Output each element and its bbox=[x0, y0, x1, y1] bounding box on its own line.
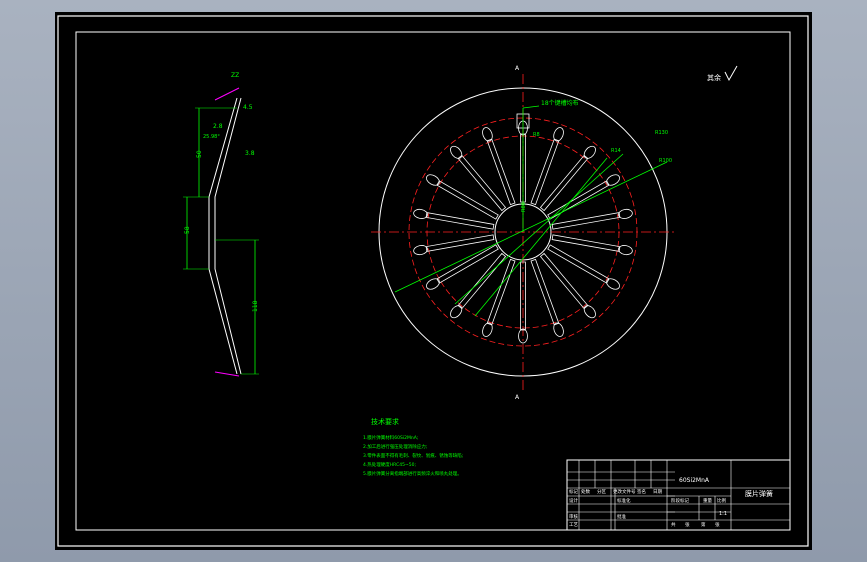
tb-col-date: 日期 bbox=[653, 489, 662, 495]
cad-drawing: 4.5 2.8 25.98° 3.8 50 58 118 ZZ A A 18个键… bbox=[57, 15, 809, 547]
tb-label-scale: 比例 bbox=[717, 497, 726, 504]
tb-label-review: 审核 bbox=[569, 513, 578, 520]
dim-label-50: 50 bbox=[196, 150, 203, 158]
tb-col-sign: 签名 bbox=[637, 488, 646, 495]
slot-end-hole bbox=[413, 208, 428, 219]
finger-slot bbox=[425, 212, 495, 230]
tb-label-process: 工艺 bbox=[569, 522, 578, 528]
dim-label-2-8: 2.8 bbox=[213, 123, 223, 130]
tb-label-mark: 标记 bbox=[569, 488, 578, 495]
label-r8: R8 bbox=[533, 132, 540, 138]
roughness-symbol bbox=[724, 65, 738, 82]
section-mark-top: A bbox=[515, 65, 520, 72]
finger-slot bbox=[547, 244, 610, 284]
finger-slot bbox=[551, 234, 621, 252]
slot-end-hole bbox=[618, 245, 633, 256]
drawing-sheet: 4.5 2.8 25.98° 3.8 50 58 118 ZZ A A 18个键… bbox=[55, 12, 812, 550]
finger-slot bbox=[486, 258, 516, 326]
finger-slot bbox=[457, 252, 507, 310]
leader-line-3 bbox=[474, 157, 608, 317]
note-line-1: 1.膜片弹簧材料60Si2MnA; bbox=[363, 434, 418, 441]
tb-label-weight: 重量 bbox=[703, 497, 712, 504]
tb-label-sheet: 张 bbox=[715, 521, 720, 528]
slot-callout-leader bbox=[522, 105, 540, 109]
front-view: A A 18个键槽均布 R8 R14 R100 R130 R80 bbox=[371, 65, 675, 401]
scale-value: 1:1 bbox=[719, 511, 727, 517]
dim-label-3-8: 3.8 bbox=[245, 150, 255, 157]
slot-end-hole bbox=[450, 145, 463, 159]
tb-label-sheet-no: 第 bbox=[701, 521, 706, 528]
tb-label-standard: 标准化 bbox=[617, 497, 631, 504]
section-mark-bottom: A bbox=[515, 394, 520, 401]
outer-frame bbox=[57, 15, 809, 547]
label-r100: R100 bbox=[659, 158, 672, 164]
side-view: 4.5 2.8 25.98° 3.8 50 58 118 ZZ bbox=[183, 72, 259, 377]
slot-end-hole bbox=[413, 245, 428, 256]
title-block: 60Si2MnA 膜片弹簧 1:1 标记 设计 审核 工艺 处数 分区 更改文件… bbox=[566, 459, 791, 531]
dim-label-zz: ZZ bbox=[231, 72, 239, 79]
roughness-label: 其余 bbox=[707, 73, 721, 82]
slot-end-hole bbox=[426, 174, 440, 186]
finger-slot bbox=[436, 244, 499, 284]
material-text: 60Si2MnA bbox=[679, 477, 710, 484]
dim-label-4-5: 4.5 bbox=[243, 104, 253, 111]
drawing-title: 膜片弹簧 bbox=[745, 489, 773, 498]
tb-col-count: 处数 bbox=[581, 488, 590, 495]
dim-label-118: 118 bbox=[252, 300, 259, 312]
note-line-3: 3.零件表面不得有毛刺、裂纹、划痕、锈蚀等缺陷; bbox=[363, 452, 463, 459]
notes-heading: 技术要求 bbox=[371, 417, 399, 426]
finger-slot bbox=[530, 258, 560, 326]
tb-label-total: 共 bbox=[671, 521, 676, 528]
profile-bottom-edge bbox=[214, 371, 240, 377]
slot-end-hole bbox=[618, 208, 633, 219]
slot-callout: 18个键槽均布 bbox=[541, 99, 579, 107]
note-line-5: 5.膜片弹簧分离指端部进行高频淬火和喷丸处理。 bbox=[363, 470, 462, 477]
tb-col-zone: 分区 bbox=[597, 488, 606, 495]
roughness-mark: 其余 bbox=[707, 65, 738, 82]
label-r130: R130 bbox=[655, 130, 668, 136]
label-r14: R14 bbox=[611, 148, 621, 154]
finger-slot bbox=[530, 138, 560, 206]
finger-slot bbox=[436, 180, 499, 220]
note-line-2: 2.加工后进行强压处理消除应力; bbox=[363, 443, 427, 450]
label-r80: R80 bbox=[521, 202, 527, 212]
technical-notes: 技术要求 1.膜片弹簧材料60Si2MnA; 2.加工后进行强压处理消除应力; … bbox=[363, 417, 463, 477]
leader-line-1 bbox=[394, 161, 668, 293]
tb-label-design: 设计 bbox=[569, 497, 578, 504]
finger-slot bbox=[425, 234, 495, 252]
dim-label-58: 58 bbox=[184, 226, 191, 234]
tb-label-stage: 阶段标记 bbox=[671, 497, 689, 504]
finger-slot bbox=[551, 212, 621, 230]
finger-slot bbox=[539, 154, 589, 212]
leader-line-2 bbox=[454, 153, 624, 305]
tb-label-sheets: 张 bbox=[685, 521, 690, 528]
tb-col-change: 更改文件号 bbox=[613, 488, 636, 495]
profile-top-edge bbox=[214, 87, 240, 101]
finger-slot bbox=[539, 252, 589, 310]
tb-label-approve: 批准 bbox=[617, 513, 626, 520]
note-line-4: 4.热处理硬度HRC45~50; bbox=[363, 461, 416, 468]
finger-slot bbox=[486, 138, 516, 206]
finger-slot bbox=[457, 154, 507, 212]
dim-label-angle: 25.98° bbox=[203, 134, 220, 140]
